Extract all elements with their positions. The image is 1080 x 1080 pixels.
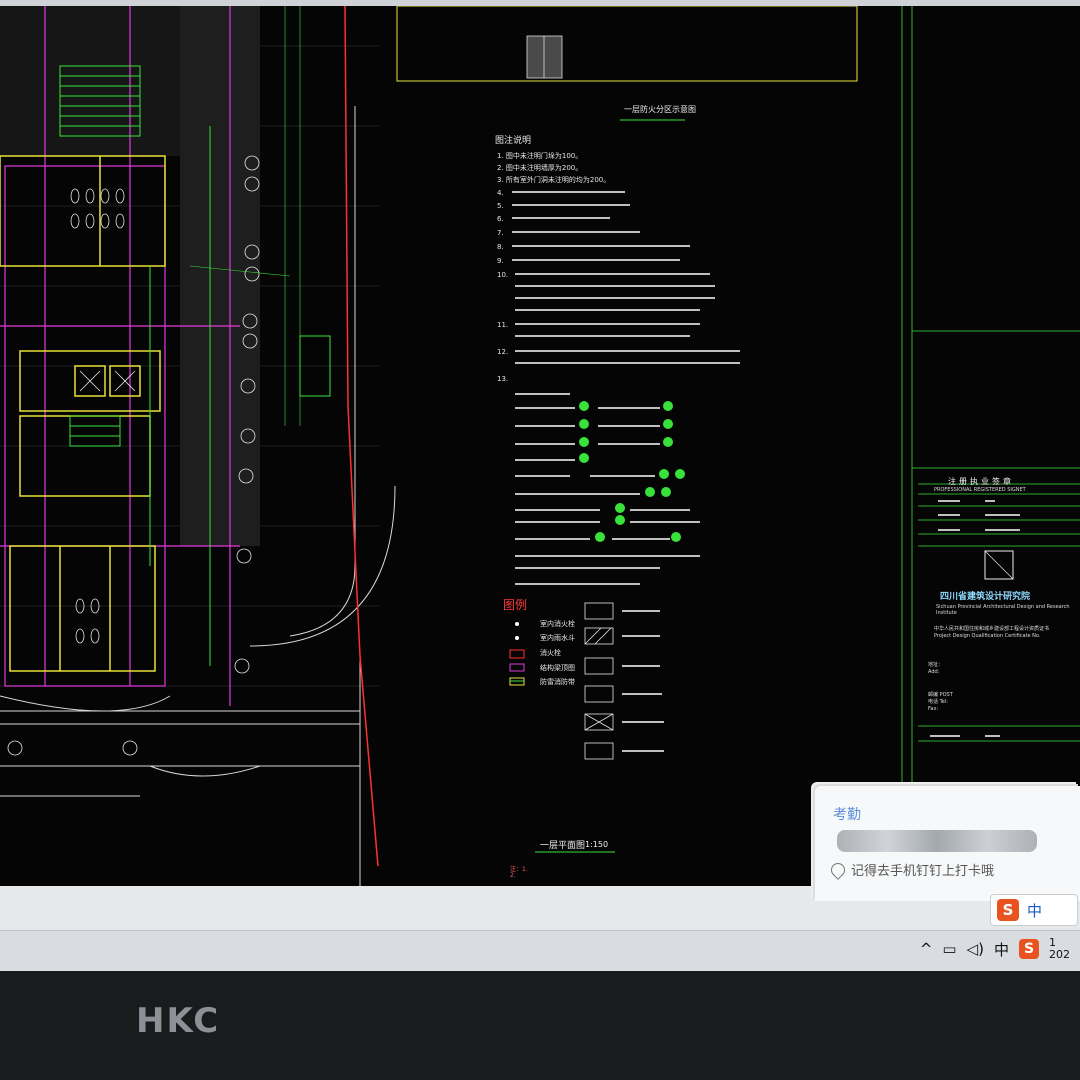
clock[interactable]: 1 202: [1049, 937, 1070, 961]
legend-item: 结构梁顶图: [540, 664, 575, 672]
notification-message: 记得去手机钉钉上打卡哦: [851, 864, 995, 879]
cert-info: 中华人民共和国住房和城乡建设部工程设计资质证书 Project Design Q…: [934, 626, 1049, 640]
system-tray: ^ ▭ ◁) 中 S 1 202: [920, 937, 1070, 961]
tray-expand-caret[interactable]: ^: [920, 940, 933, 958]
input-language[interactable]: 中: [994, 939, 1009, 960]
postcode-label: 邮编 POST: [928, 692, 953, 698]
ime-tray-icon[interactable]: S: [1019, 939, 1039, 959]
registration-title: 注册执业签章: [948, 477, 1014, 486]
monitor-brand-logo: HKC: [136, 1001, 221, 1041]
ime-floating-bar[interactable]: S 中: [990, 894, 1078, 926]
cert-line: 中华人民共和国住房和城乡建设部工程设计资质证书: [934, 626, 1050, 632]
legend-item: 室内雨水斗: [540, 634, 575, 642]
address-line: 地址：: [928, 662, 944, 668]
ime-language-toggle[interactable]: 中: [1027, 900, 1042, 921]
notes-scribble: [512, 191, 1020, 752]
plan-scale: 1:150: [585, 840, 609, 849]
address-info: 地址： Add:: [928, 662, 943, 676]
taskbar: ^ ▭ ◁) 中 S 1 202: [0, 930, 1080, 971]
legend-title: 图例: [503, 598, 528, 612]
plan-caption: 一层平面图: [540, 841, 586, 851]
clock-date: 202: [1049, 948, 1070, 961]
legend-item: 防雷消防带: [540, 678, 575, 686]
fax-label: Fax:: [928, 706, 939, 712]
network-icon[interactable]: ▭: [942, 940, 956, 958]
blurred-sender: [837, 830, 1037, 852]
address-line: Add:: [928, 669, 940, 675]
tel-label: 电话 Tel:: [928, 699, 948, 705]
volume-icon[interactable]: ◁): [967, 940, 984, 958]
redline-note: 2.: [510, 872, 516, 879]
sogou-ime-icon[interactable]: S: [997, 899, 1019, 921]
cad-drawing-canvas[interactable]: 一层防火分区示意图 图注说明 1. 图中未注明门垛为100。 2. 图中未注明墙…: [0, 6, 1080, 886]
legend-item: 消火栓: [540, 649, 561, 657]
institute-name: 四川省建筑设计研究院: [940, 592, 1031, 602]
screen: 一层防火分区示意图 图注说明 1. 图中未注明门垛为100。 2. 图中未注明墙…: [0, 6, 1080, 936]
contact-info: 邮编 POST 电话 Tel: Fax:: [928, 692, 953, 713]
institute-name-en: Sichuan Provincial Architectural Design …: [936, 604, 1070, 616]
attendance-notification[interactable]: 考勤 记得去手机钉钉上打卡哦: [815, 786, 1080, 901]
cert-line: Project Design Qualification Certificate…: [934, 633, 1041, 639]
registration-title-en: PROFESSIONAL REGISTERED SIGNET: [934, 487, 1026, 493]
location-pin-icon: [828, 860, 848, 880]
notification-title: 考勤: [833, 807, 861, 823]
legend-item: 室内消火栓: [540, 620, 575, 628]
